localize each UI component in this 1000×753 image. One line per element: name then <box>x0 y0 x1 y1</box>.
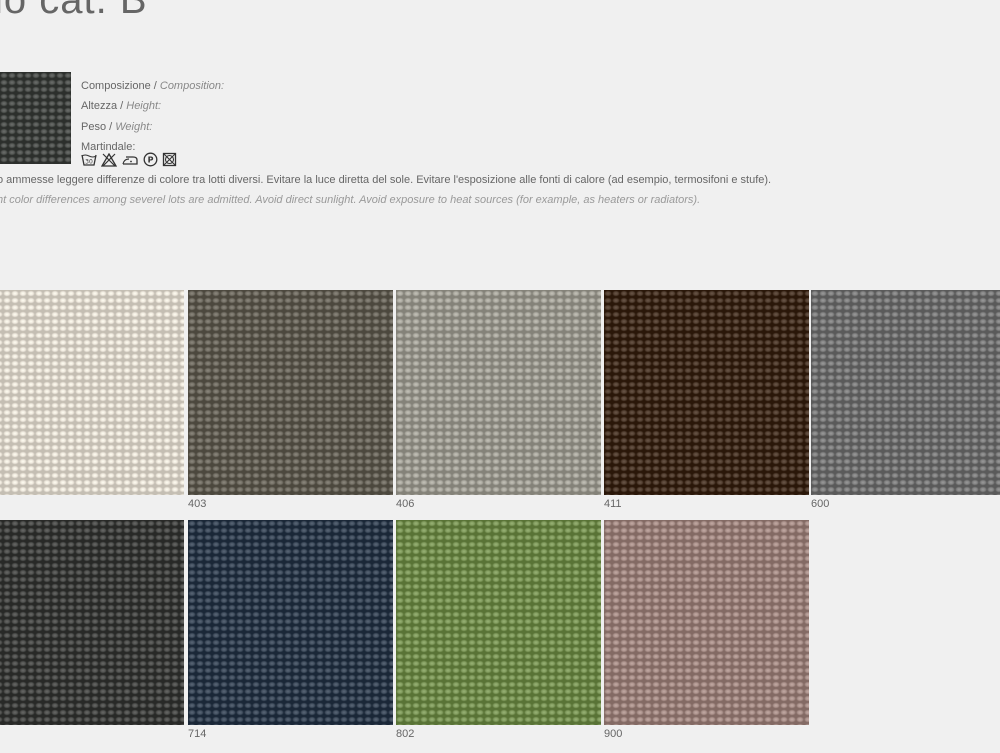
wash-30-icon: 30 <box>81 154 97 166</box>
dry-clean-p-icon: P <box>143 152 158 167</box>
no-bleach-icon <box>101 152 117 167</box>
fabric-swatch[interactable] <box>188 290 393 495</box>
fabric-thumbnail[interactable] <box>0 72 71 164</box>
fabric-swatch[interactable] <box>604 290 809 495</box>
fabric-swatch[interactable] <box>188 520 393 725</box>
height-label-it: Altezza / <box>81 100 127 113</box>
swatch-code-label: 900 <box>604 728 623 740</box>
composition-row: Composizione / Composition: <box>81 76 224 96</box>
height-row: Altezza / Height: <box>81 96 224 116</box>
swatch-code-label: 406 <box>396 498 415 510</box>
svg-text:P: P <box>148 156 154 165</box>
swatch-code-label: 714 <box>188 728 207 740</box>
fabric-specs: Composizione / Composition: Altezza / He… <box>81 76 224 157</box>
fabric-swatch[interactable] <box>811 290 1000 495</box>
swatch-code-label: 411 <box>604 498 622 510</box>
no-tumble-dry-icon <box>162 152 177 167</box>
weight-label-it: Peso / <box>81 120 116 133</box>
fabric-swatch[interactable] <box>396 520 601 725</box>
swatch-code-label: 802 <box>396 728 415 740</box>
composition-label-it: Composizione / <box>81 80 160 92</box>
iron-low-icon <box>122 155 138 165</box>
care-note-italian: o ammesse leggere differenze di colore t… <box>0 174 772 186</box>
fabric-swatch[interactable] <box>604 520 809 725</box>
fabric-swatch[interactable] <box>0 290 184 495</box>
fabric-swatch[interactable] <box>0 520 184 725</box>
weight-row: Peso / Weight: <box>81 117 224 137</box>
care-instructions: 30 P <box>81 152 177 167</box>
fabric-swatch[interactable] <box>396 290 601 495</box>
weight-label-en: Weight: <box>115 120 153 133</box>
product-page: io cat. B Composizione / Composition: Al… <box>0 0 1000 753</box>
svg-text:30: 30 <box>85 158 93 165</box>
care-note-english: ht color differences among severel lots … <box>0 194 701 206</box>
height-label-en: Height: <box>126 100 162 113</box>
page-title: io cat. B <box>0 0 148 22</box>
swatch-code-label: 600 <box>811 498 830 510</box>
composition-label-en: Composition: <box>159 80 225 92</box>
swatch-code-label: 403 <box>188 498 207 510</box>
